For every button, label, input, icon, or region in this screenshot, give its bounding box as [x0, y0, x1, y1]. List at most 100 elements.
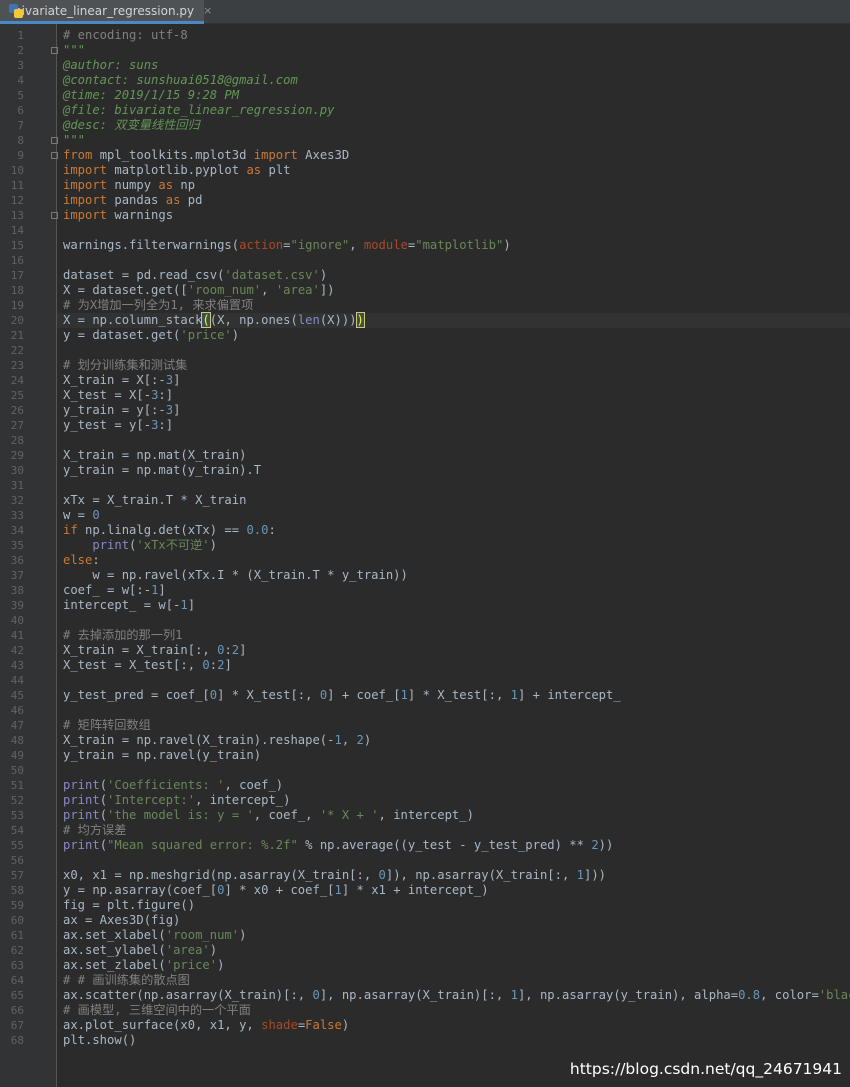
code-line[interactable]: from mpl_toolkits.mplot3d import Axes3D — [57, 148, 850, 163]
code-line[interactable]: y_train = y[:-3] — [57, 403, 850, 418]
code-line[interactable]: print('Intercept:', intercept_) — [57, 793, 850, 808]
line-number: 2 — [17, 44, 24, 57]
line-number: 60 — [10, 914, 24, 927]
code-line[interactable]: @author: suns — [57, 58, 850, 73]
code-line[interactable] — [57, 703, 850, 718]
code-text: # 划分训练集和测试集 — [63, 358, 188, 372]
code-text: fig = plt.figure() — [63, 898, 196, 912]
line-number: 11 — [10, 179, 24, 192]
code-line[interactable]: y = np.asarray(coef_[0] * x0 + coef_[1] … — [57, 883, 850, 898]
code-line[interactable]: @desc: 双变量线性回归 — [57, 118, 850, 133]
code-line[interactable]: ax = Axes3D(fig) — [57, 913, 850, 928]
code-line[interactable]: ax.set_ylabel('area') — [57, 943, 850, 958]
code-text: print('Intercept:', intercept_) — [63, 793, 291, 807]
code-line[interactable]: # 均方误差 — [57, 823, 850, 838]
code-line[interactable]: X = dataset.get(['room_num', 'area']) — [57, 283, 850, 298]
code-line[interactable]: w = np.ravel(xTx.I * (X_train.T * y_trai… — [57, 568, 850, 583]
code-line[interactable]: y_test_pred = coef_[0] * X_test[:, 0] + … — [57, 688, 850, 703]
code-line[interactable]: import matplotlib.pyplot as plt — [57, 163, 850, 178]
close-icon[interactable]: × — [203, 4, 212, 17]
code-line[interactable]: # 画模型, 三维空间中的一个平面 — [57, 1003, 850, 1018]
code-line[interactable]: import pandas as pd — [57, 193, 850, 208]
code-text: X_test = X_test[:, 0:2] — [63, 658, 232, 672]
code-line[interactable] — [57, 253, 850, 268]
code-text: print('the model is: y = ', coef_, '* X … — [63, 808, 474, 822]
code-line[interactable]: ax.set_zlabel('price') — [57, 958, 850, 973]
line-number: 52 — [10, 794, 24, 807]
code-line[interactable]: coef_ = w[:-1] — [57, 583, 850, 598]
code-text: w = np.ravel(xTx.I * (X_train.T * y_trai… — [63, 568, 408, 582]
code-line[interactable]: y_train = np.ravel(y_train) — [57, 748, 850, 763]
code-line[interactable]: X_test = X[-3:] — [57, 388, 850, 403]
code-line[interactable]: """ — [57, 133, 850, 148]
line-number: 4 — [17, 74, 24, 87]
code-line[interactable]: """ — [57, 43, 850, 58]
code-line[interactable] — [57, 478, 850, 493]
code-line[interactable]: print("Mean squared error: %.2f" % np.av… — [57, 838, 850, 853]
line-number: 7 — [17, 119, 24, 132]
code-line[interactable]: X = np.column_stack((X, np.ones(len(X)))… — [57, 312, 850, 328]
code-text: import pandas as pd — [63, 193, 203, 207]
code-line[interactable]: print('the model is: y = ', coef_, '* X … — [57, 808, 850, 823]
editor-tab[interactable]: bivariate_linear_regression.py × — [0, 0, 212, 24]
line-number: 9 — [17, 149, 24, 162]
code-text: intercept_ = w[-1] — [63, 598, 196, 612]
line-number: 6 — [17, 104, 24, 117]
code-line[interactable]: # # 画训练集的散点图 — [57, 973, 850, 988]
code-line[interactable]: if np.linalg.det(xTx) == 0.0: — [57, 523, 850, 538]
code-line[interactable]: X_train = np.ravel(X_train).reshape(-1, … — [57, 733, 850, 748]
code-line[interactable] — [57, 673, 850, 688]
code-line[interactable]: import warnings — [57, 208, 850, 223]
code-line[interactable]: w = 0 — [57, 508, 850, 523]
code-text: y = dataset.get('price') — [63, 328, 240, 342]
line-number: 32 — [10, 494, 24, 507]
code-editor[interactable]: # encoding: utf-8 """ @author: suns @contac… — [57, 24, 850, 1087]
code-line[interactable]: y_test = y[-3:] — [57, 418, 850, 433]
code-line[interactable]: y_train = np.mat(y_train).T — [57, 463, 850, 478]
line-number: 62 — [10, 944, 24, 957]
code-text: ax = Axes3D(fig) — [63, 913, 181, 927]
code-line[interactable]: else: — [57, 553, 850, 568]
code-line[interactable]: ax.set_xlabel('room_num') — [57, 928, 850, 943]
code-line[interactable] — [57, 343, 850, 358]
code-text: @file: bivariate_linear_regression.py — [63, 103, 335, 117]
code-line[interactable]: X_train = np.mat(X_train) — [57, 448, 850, 463]
code-line[interactable]: fig = plt.figure() — [57, 898, 850, 913]
code-line[interactable]: dataset = pd.read_csv('dataset.csv') — [57, 268, 850, 283]
code-line[interactable]: X_train = X_train[:, 0:2] — [57, 643, 850, 658]
code-line[interactable]: @contact: sunshuai0518@gmail.com — [57, 73, 850, 88]
code-line[interactable]: y = dataset.get('price') — [57, 328, 850, 343]
code-text: import warnings — [63, 208, 174, 222]
line-number: 38 — [10, 584, 24, 597]
code-line[interactable]: xTx = X_train.T * X_train — [57, 493, 850, 508]
editor-tab-bar: bivariate_linear_regression.py × — [0, 0, 850, 24]
code-line[interactable] — [57, 223, 850, 238]
code-line[interactable] — [57, 853, 850, 868]
code-line[interactable]: warnings.filterwarnings(action="ignore",… — [57, 238, 850, 253]
code-line[interactable]: @file: bivariate_linear_regression.py — [57, 103, 850, 118]
code-line[interactable]: # 矩阵转回数组 — [57, 718, 850, 733]
code-text: """ — [63, 43, 86, 57]
line-number: 46 — [10, 704, 24, 717]
code-line[interactable]: # 为X增加一列全为1, 来求偏置项 — [57, 298, 850, 313]
code-line[interactable]: X_test = X_test[:, 0:2] — [57, 658, 850, 673]
code-line[interactable]: print('Coefficients: ', coef_) — [57, 778, 850, 793]
code-line[interactable]: # 去掉添加的那一列1 — [57, 628, 850, 643]
code-line[interactable] — [57, 613, 850, 628]
line-number: 39 — [10, 599, 24, 612]
code-line[interactable]: X_train = X[:-3] — [57, 373, 850, 388]
code-line[interactable]: plt.show() — [57, 1033, 850, 1048]
code-line[interactable]: # 划分训练集和测试集 — [57, 358, 850, 373]
code-line[interactable]: @time: 2019/1/15 9:28 PM — [57, 88, 850, 103]
code-line[interactable]: ax.plot_surface(x0, x1, y, shade=False) — [57, 1018, 850, 1033]
code-text: ax.set_zlabel('price') — [63, 958, 225, 972]
code-line[interactable]: # encoding: utf-8 — [57, 28, 850, 43]
code-text: w = 0 — [63, 508, 100, 522]
code-line[interactable] — [57, 763, 850, 778]
code-line[interactable]: print('xTx不可逆') — [57, 538, 850, 553]
code-line[interactable]: import numpy as np — [57, 178, 850, 193]
code-line[interactable]: ax.scatter(np.asarray(X_train)[:, 0], np… — [57, 988, 850, 1003]
code-line[interactable]: intercept_ = w[-1] — [57, 598, 850, 613]
code-line[interactable] — [57, 433, 850, 448]
code-line[interactable]: x0, x1 = np.meshgrid(np.asarray(X_train[… — [57, 868, 850, 883]
